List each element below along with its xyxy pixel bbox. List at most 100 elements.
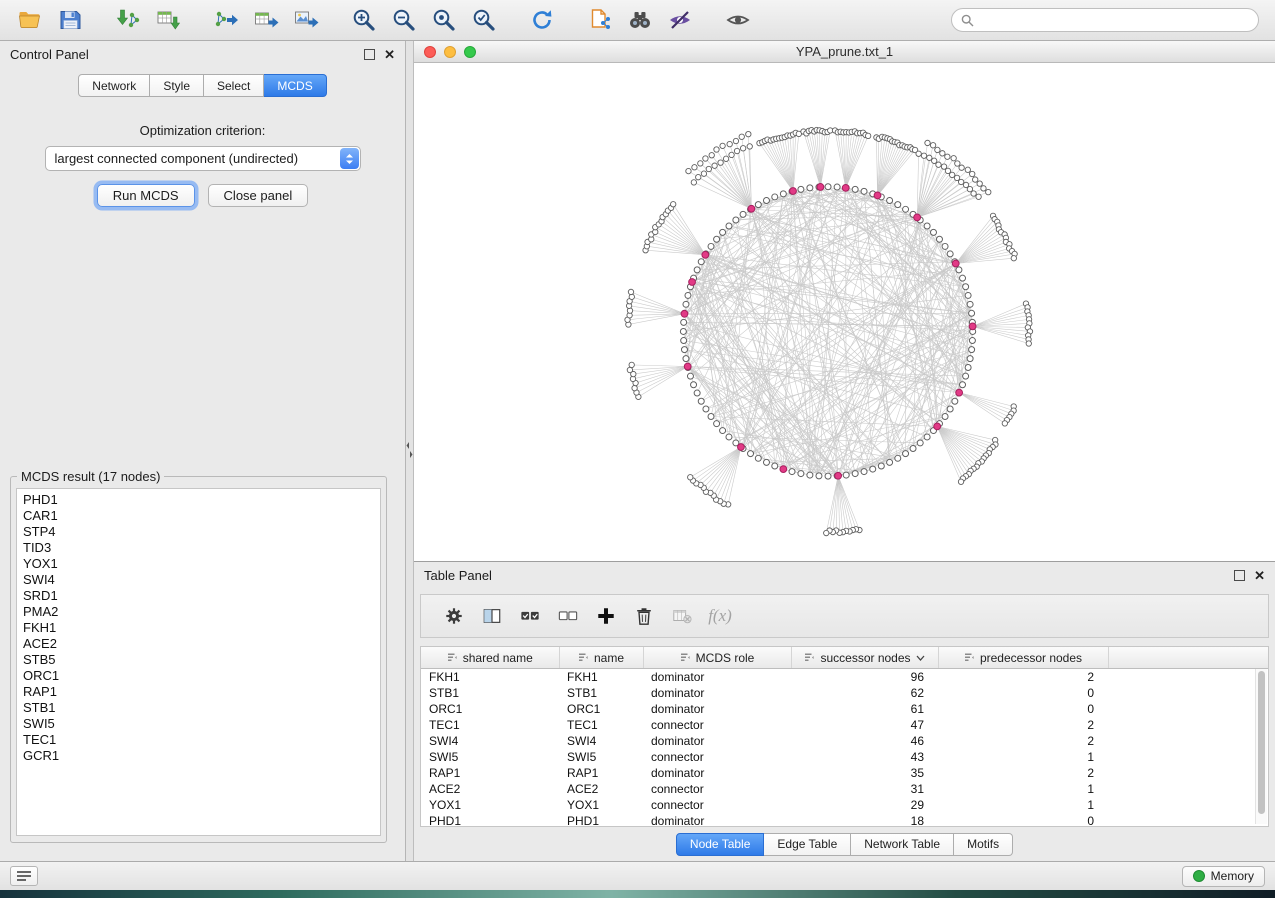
network-leaf-node[interactable] [712, 163, 717, 168]
network-node[interactable] [683, 301, 689, 307]
network-node[interactable] [963, 373, 969, 379]
network-leaf-node[interactable] [949, 172, 954, 177]
network-leaf-node[interactable] [734, 148, 739, 153]
table-cell[interactable]: TEC1 [559, 717, 643, 733]
table-row[interactable]: ORC1ORC1dominator610 [421, 701, 1268, 717]
table-cell[interactable]: PHD1 [421, 813, 559, 827]
network-leaf-node[interactable] [632, 385, 637, 390]
network-node[interactable] [825, 184, 831, 190]
table-row[interactable]: FKH1FKH1dominator962 [421, 669, 1268, 686]
table-row[interactable]: SWI5SWI5connector431 [421, 749, 1268, 765]
table-scrollbar[interactable] [1255, 669, 1267, 824]
network-hub-node[interactable] [780, 466, 787, 473]
float-panel-icon[interactable] [364, 49, 375, 60]
table-cell[interactable]: connector [643, 749, 791, 765]
network-node[interactable] [687, 373, 693, 379]
mcds-result-item[interactable]: RAP1 [23, 684, 374, 700]
network-node[interactable] [807, 185, 813, 191]
network-leaf-node[interactable] [916, 151, 921, 156]
mcds-result-item[interactable]: STB5 [23, 652, 374, 668]
mcds-result-item[interactable]: GCR1 [23, 748, 374, 764]
mcds-result-item[interactable]: TEC1 [23, 732, 374, 748]
network-node[interactable] [681, 347, 687, 353]
network-leaf-node[interactable] [729, 152, 734, 157]
table-cell[interactable]: 29 [791, 797, 938, 813]
network-node[interactable] [960, 275, 966, 281]
network-node[interactable] [726, 434, 732, 440]
network-hub-node[interactable] [842, 184, 849, 191]
network-leaf-node[interactable] [696, 174, 701, 179]
network-node[interactable] [924, 434, 930, 440]
network-hub-node[interactable] [914, 214, 921, 221]
network-leaf-node[interactable] [824, 530, 829, 535]
delete-table-button[interactable] [663, 599, 701, 633]
network-leaf-node[interactable] [976, 194, 981, 199]
table-cell[interactable]: 1 [938, 749, 1108, 765]
network-node[interactable] [720, 428, 726, 434]
table-cell[interactable]: 31 [791, 781, 938, 797]
network-node[interactable] [772, 194, 778, 200]
network-node[interactable] [698, 259, 704, 265]
network-node[interactable] [965, 292, 971, 298]
network-node[interactable] [683, 356, 689, 362]
table-cell[interactable]: connector [643, 781, 791, 797]
zoom-in-button[interactable] [344, 4, 384, 36]
delete-column-button[interactable] [625, 599, 663, 633]
scrollbar-thumb[interactable] [1258, 671, 1265, 814]
table-cell[interactable]: connector [643, 717, 791, 733]
table-cell[interactable]: 2 [938, 733, 1108, 749]
search-input[interactable] [979, 12, 1249, 28]
network-node[interactable] [903, 451, 909, 457]
deselect-all-button[interactable] [549, 599, 587, 633]
network-leaf-node[interactable] [925, 140, 930, 145]
network-hub-node[interactable] [874, 192, 881, 199]
tab-edge-table[interactable]: Edge Table [764, 833, 851, 856]
tab-style[interactable]: Style [150, 74, 204, 97]
network-share-button[interactable] [580, 4, 620, 36]
network-node[interactable] [807, 472, 813, 478]
export-network-button[interactable] [206, 4, 246, 36]
table-cell[interactable]: SWI5 [559, 749, 643, 765]
network-node[interactable] [843, 472, 849, 478]
toolbar-search[interactable] [951, 8, 1259, 32]
table-cell[interactable]: 0 [938, 813, 1108, 827]
table-cell[interactable]: 62 [791, 685, 938, 701]
table-row[interactable]: SWI4SWI4dominator462 [421, 733, 1268, 749]
network-leaf-node[interactable] [627, 367, 632, 372]
network-node[interactable] [789, 469, 795, 475]
table-cell[interactable]: 18 [791, 813, 938, 827]
network-leaf-node[interactable] [936, 162, 941, 167]
tab-node-table[interactable]: Node Table [676, 833, 765, 856]
column-header-mcds-role[interactable]: MCDS role [643, 647, 791, 669]
network-hub-node[interactable] [689, 279, 696, 286]
zoom-selected-button[interactable] [464, 4, 504, 36]
network-node[interactable] [870, 466, 876, 472]
table-row[interactable]: RAP1RAP1dominator352 [421, 765, 1268, 781]
memory-button[interactable]: Memory [1182, 866, 1265, 887]
network-leaf-node[interactable] [965, 167, 970, 172]
network-leaf-node[interactable] [1026, 341, 1031, 346]
table-cell[interactable]: 1 [938, 797, 1108, 813]
table-row[interactable]: STB1STB1dominator620 [421, 685, 1268, 701]
network-hub-node[interactable] [790, 188, 797, 195]
network-node[interactable] [947, 406, 953, 412]
table-row[interactable]: ACE2ACE2connector311 [421, 781, 1268, 797]
network-node[interactable] [691, 382, 697, 388]
zoom-fit-button[interactable] [424, 4, 464, 36]
network-leaf-node[interactable] [986, 189, 991, 194]
table-cell[interactable]: dominator [643, 765, 791, 781]
network-leaf-node[interactable] [921, 153, 926, 158]
network-leaf-node[interactable] [981, 186, 986, 191]
network-node[interactable] [852, 471, 858, 477]
network-leaf-node[interactable] [977, 181, 982, 186]
toggle-details-button[interactable] [718, 4, 758, 36]
save-session-button[interactable] [50, 4, 90, 36]
function-builder-button[interactable]: f(x) [701, 599, 739, 633]
network-node[interactable] [861, 469, 867, 475]
mcds-result-item[interactable]: STP4 [23, 524, 374, 540]
mcds-result-item[interactable]: ORC1 [23, 668, 374, 684]
export-image-button[interactable] [286, 4, 326, 36]
table-cell[interactable]: 2 [938, 765, 1108, 781]
tab-mcds[interactable]: MCDS [264, 74, 326, 97]
table-cell[interactable]: ACE2 [559, 781, 643, 797]
